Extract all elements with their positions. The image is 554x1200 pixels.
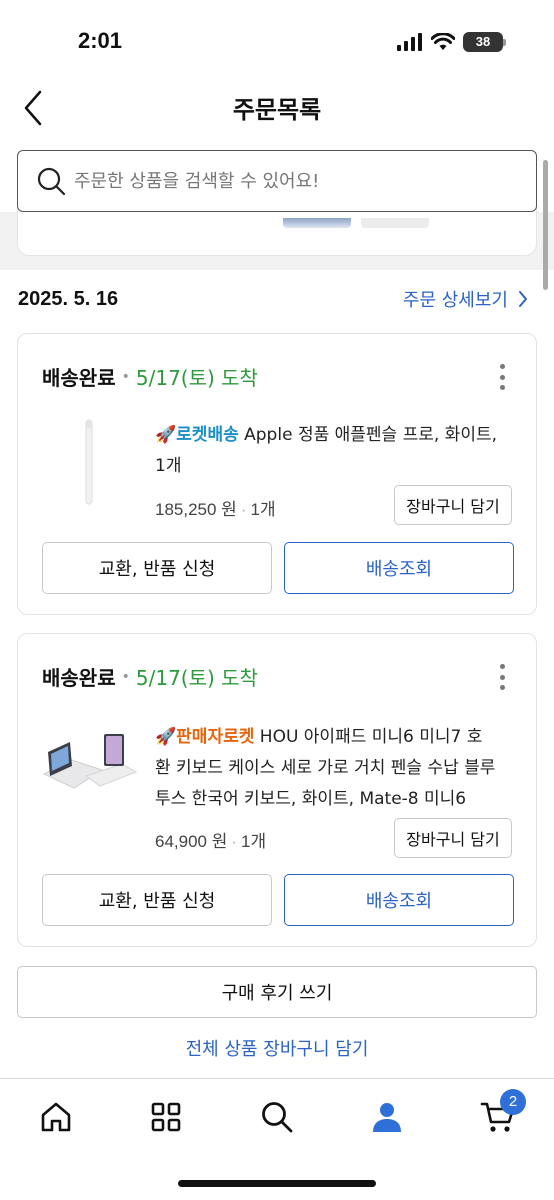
page-title: 주문목록 (232, 96, 322, 124)
wifi-icon (431, 33, 455, 50)
arrival-date: 5/17(토) 도착 (135, 366, 258, 390)
status-label: 배송완료 (42, 366, 116, 390)
product-thumbnail (361, 218, 429, 228)
order-detail-label: 주문 상세보기 (402, 290, 508, 311)
product-quantity: 1개 (241, 832, 267, 851)
product-title-line3: 투스 한국어 키보드, 화이트, Mate-8 미니6 (155, 789, 467, 809)
status-icons: 38 (397, 32, 506, 52)
status-bar: 2:01 38 (0, 0, 554, 80)
my-account-icon (373, 1103, 401, 1132)
price-line: 64,900 원 · 1개 (155, 832, 267, 851)
product-image-pencil[interactable] (42, 418, 138, 508)
search-icon (37, 167, 66, 196)
delivery-status: 배송완료 • 5/17(토) 도착 (42, 662, 258, 691)
rocket-delivery-badge: 로켓배송 (176, 425, 239, 445)
arrival-date: 5/17(토) 도착 (135, 666, 258, 690)
rocket-icon: 🚀 (155, 727, 177, 747)
product-title: HOU 아이패드 미니6 미니7 호 (259, 727, 483, 747)
status-label: 배송완료 (42, 666, 116, 690)
add-to-cart-button[interactable]: 장바구니 담기 (394, 818, 512, 858)
write-review-button[interactable]: 구매 후기 쓰기 (17, 966, 537, 1018)
product-name[interactable]: 🚀로켓배송 Apple 정품 애플펜슬 프로, 화이트, 1개 (155, 420, 515, 482)
delivery-status: 배송완료 • 5/17(토) 도착 (42, 362, 258, 391)
cart-count-badge: 2 (500, 1089, 526, 1115)
product-title: Apple 정품 애플펜슬 프로, 화이트, (244, 425, 497, 445)
exchange-return-button[interactable]: 교환, 반품 신청 (42, 874, 272, 926)
header: 주문목록 (0, 80, 554, 140)
nav-categories[interactable] (146, 1097, 186, 1137)
add-to-cart-button[interactable]: 장바구니 담기 (394, 485, 512, 525)
exchange-return-button[interactable]: 교환, 반품 신청 (42, 542, 272, 594)
track-delivery-button[interactable]: 배송조회 (284, 542, 514, 594)
product-price: 64,900 원 (155, 832, 228, 851)
scrollbar[interactable] (543, 160, 548, 290)
order-item-card: 배송완료 • 5/17(토) 도착 🚀판매자로켓 HOU 아이패드 미니6 미니… (17, 633, 537, 947)
signal-icon (397, 33, 422, 51)
track-delivery-button[interactable]: 배송조회 (284, 874, 514, 926)
order-detail-link[interactable]: 주문 상세보기 (403, 286, 528, 312)
nav-search[interactable] (257, 1097, 297, 1137)
price-line: 185,250 원 · 1개 (155, 500, 276, 519)
more-options-icon[interactable] (494, 664, 510, 690)
product-title-line2: 환 키보드 케이스 세로 가로 거치 펜슬 수납 블루 (155, 758, 496, 778)
product-image-keyboard-case[interactable] (42, 730, 138, 806)
rocket-icon: 🚀 (155, 425, 177, 445)
seller-rocket-badge: 판매자로켓 (176, 727, 255, 747)
search-input[interactable] (74, 170, 494, 192)
product-name[interactable]: 🚀판매자로켓 HOU 아이패드 미니6 미니7 호 환 키보드 케이스 세로 가… (155, 722, 515, 815)
status-time: 2:01 (78, 28, 123, 53)
order-item-card: 배송완료 • 5/17(토) 도착 🚀로켓배송 Apple 정품 애플펜슬 프로… (17, 333, 537, 615)
order-date: 2025. 5. 16 (18, 288, 119, 310)
nav-cart[interactable]: 2 (478, 1089, 526, 1137)
product-thumbnail (283, 218, 351, 228)
search-bar[interactable] (17, 150, 537, 212)
chevron-right-icon (519, 291, 527, 307)
add-all-to-cart-link[interactable]: 전체 상품 장바구니 담기 (0, 1035, 554, 1061)
home-icon (41, 1102, 71, 1132)
nav-home[interactable] (36, 1097, 76, 1137)
more-options-icon[interactable] (494, 364, 510, 390)
nav-my-account[interactable] (367, 1097, 407, 1137)
category-grid-icon (151, 1102, 181, 1132)
product-price: 185,250 원 (155, 500, 237, 519)
product-quantity: 1개 (250, 500, 276, 519)
battery-icon: 38 (463, 32, 503, 52)
search-icon (262, 1102, 293, 1133)
product-info[interactable]: 🚀판매자로켓 HOU 아이패드 미니6 미니7 호 환 키보드 케이스 세로 가… (155, 722, 515, 815)
product-title-line2: 1개 (155, 456, 182, 476)
product-info[interactable]: 🚀로켓배송 Apple 정품 애플펜슬 프로, 화이트, 1개 (155, 420, 515, 482)
home-indicator[interactable] (178, 1180, 376, 1187)
